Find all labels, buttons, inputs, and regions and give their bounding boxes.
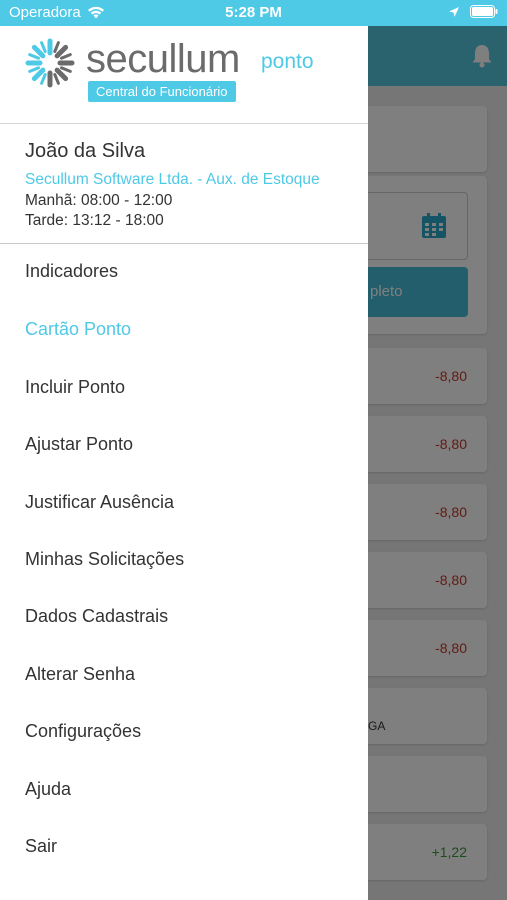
drawer-menu: Indicadores Cartão Ponto Incluir Ponto A… — [0, 244, 368, 875]
shift-morning: Manhã: 08:00 - 12:00 — [25, 192, 173, 209]
brand-suffix: ponto — [261, 50, 314, 73]
status-time: 5:28 PM — [225, 4, 282, 21]
menu-item-ajustar-ponto[interactable]: Ajustar Ponto — [0, 416, 368, 473]
shift-afternoon: Tarde: 13:12 - 18:00 — [25, 212, 164, 229]
brand-header: secullum ponto Central do Funcionário — [0, 26, 368, 124]
secullum-logo-icon — [25, 38, 75, 88]
battery-icon — [470, 5, 498, 18]
user-info: João da Silva Secullum Software Ltda. - … — [0, 124, 368, 244]
menu-item-configuracoes[interactable]: Configurações — [0, 703, 368, 760]
navigation-drawer: secullum ponto Central do Funcionário Jo… — [0, 26, 368, 900]
user-company: Secullum Software Ltda. - Aux. de Estoqu… — [25, 171, 320, 188]
menu-item-cartao-ponto[interactable]: Cartão Ponto — [0, 301, 368, 358]
status-right — [448, 5, 498, 18]
user-name: João da Silva — [25, 140, 146, 162]
location-arrow-icon — [449, 6, 459, 17]
status-bar: Operadora 5:28 PM — [0, 0, 507, 26]
menu-item-sair[interactable]: Sair — [0, 818, 368, 875]
menu-item-indicadores[interactable]: Indicadores — [0, 244, 368, 301]
menu-item-minhas-solicitacoes[interactable]: Minhas Solicitações — [0, 531, 368, 588]
menu-item-dados-cadastrais[interactable]: Dados Cadastrais — [0, 588, 368, 645]
menu-item-incluir-ponto[interactable]: Incluir Ponto — [0, 359, 368, 416]
brand-name: secullum — [86, 37, 240, 81]
brand-tagline: Central do Funcionário — [88, 81, 236, 102]
menu-item-justificar-ausencia[interactable]: Justificar Ausência — [0, 474, 368, 531]
menu-item-ajuda[interactable]: Ajuda — [0, 761, 368, 818]
menu-item-alterar-senha[interactable]: Alterar Senha — [0, 646, 368, 703]
